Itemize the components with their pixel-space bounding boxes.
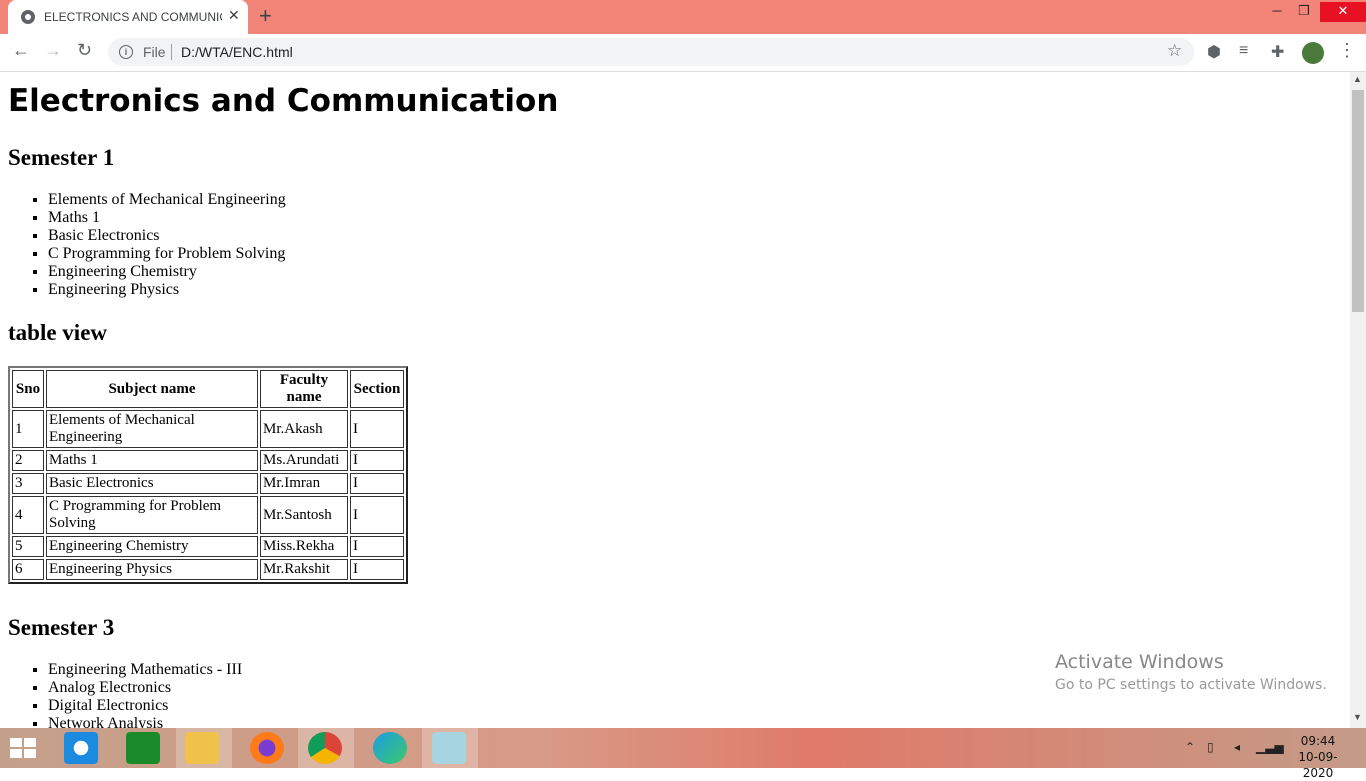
tray-chevron-icon[interactable]: ⌃ — [1185, 740, 1195, 754]
cell-subject: Basic Electronics — [46, 473, 258, 494]
cell-faculty: Mr.Akash — [260, 410, 348, 448]
notepad-icon[interactable] — [432, 732, 466, 764]
clock-date: 10-09-2020 — [1298, 750, 1338, 780]
cell-section: I — [350, 559, 404, 580]
list-item: Analog Electronics — [48, 679, 242, 697]
taskbar: ⌃ ▯ ◂ ▁▃▅ 09:44 10-09-2020 — [0, 728, 1366, 780]
table-row: 5 Engineering Chemistry Miss.Rekha I — [12, 536, 404, 557]
table-row: 4 C Programming for Problem Solving Mr.S… — [12, 496, 404, 534]
table-row: 2 Maths 1 Ms.Arundati I — [12, 450, 404, 471]
cell-section: I — [350, 496, 404, 534]
volume-icon[interactable]: ◂ — [1234, 740, 1240, 754]
cell-section: I — [350, 536, 404, 557]
url-text[interactable]: D:/WTA/ENC.html — [181, 44, 293, 60]
cell-sno: 5 — [12, 536, 44, 557]
cell-section: I — [350, 450, 404, 471]
cell-subject: Engineering Physics — [46, 559, 258, 580]
cell-sno: 2 — [12, 450, 44, 471]
semester1-heading: Semester 1 — [8, 145, 115, 170]
edge-icon[interactable] — [373, 732, 407, 764]
cell-faculty: Ms.Arundati — [260, 450, 348, 471]
file-explorer-icon[interactable] — [185, 732, 219, 764]
cell-sno: 6 — [12, 559, 44, 580]
list-item: Elements of Mechanical Engineering — [48, 191, 286, 209]
cell-subject: Maths 1 — [46, 450, 258, 471]
chrome-icon[interactable] — [308, 732, 342, 764]
semester3-heading: Semester 3 — [8, 615, 115, 640]
address-bar[interactable]: i File D:/WTA/ENC.html ☆ — [108, 38, 1194, 66]
semester3-list: Engineering Mathematics - III Analog Ele… — [8, 661, 242, 728]
list-item: Basic Electronics — [48, 227, 286, 245]
page-content: Electronics and Communication Semester 1… — [0, 72, 1350, 728]
semester1-list: Elements of Mechanical Engineering Maths… — [8, 191, 286, 299]
cell-subject: Elements of Mechanical Engineering — [46, 410, 258, 448]
internet-explorer-icon[interactable] — [64, 732, 98, 764]
cell-subject: C Programming for Problem Solving — [46, 496, 258, 534]
tab-title: ELECTRONICS AND COMMUNICATION — [44, 10, 222, 24]
list-item: Engineering Physics — [48, 281, 286, 299]
browser-toolbar: ← → ↻ i File D:/WTA/ENC.html ☆ ⬢ ≡ ✚ ⋮ — [0, 34, 1366, 72]
url-separator — [171, 44, 172, 60]
column-header: Section — [350, 370, 404, 408]
cell-sno: 3 — [12, 473, 44, 494]
column-header: Subject name — [46, 370, 258, 408]
cell-faculty: Mr.Imran — [260, 473, 348, 494]
page-title: Electronics and Communication — [8, 83, 559, 119]
scroll-down-icon[interactable]: ▼ — [1353, 712, 1362, 722]
list-item: Maths 1 — [48, 209, 286, 227]
shield-extension-icon[interactable]: ⬢ — [1207, 42, 1221, 62]
list-item: Engineering Mathematics - III — [48, 661, 242, 679]
new-tab-button[interactable]: + — [259, 3, 272, 29]
scroll-up-icon[interactable]: ▲ — [1353, 74, 1362, 84]
taskbar-clock[interactable]: 09:44 10-09-2020 — [1288, 733, 1348, 781]
list-item: C Programming for Problem Solving — [48, 245, 286, 263]
subjects-table: Sno Subject name Faculty name Section 1 … — [8, 366, 408, 584]
firefox-icon[interactable] — [250, 732, 284, 764]
clock-time: 09:44 — [1300, 734, 1336, 748]
list-item: Engineering Chemistry — [48, 263, 286, 281]
cell-faculty: Mr.Rakshit — [260, 559, 348, 580]
windows-start-icon[interactable] — [10, 738, 38, 760]
activate-windows-title: Activate Windows — [1055, 651, 1224, 673]
browser-tabstrip: ELECTRONICS AND COMMUNICATION ✕ + ─ ❐ ✕ — [0, 0, 1366, 34]
table-row: 1 Elements of Mechanical Engineering Mr.… — [12, 410, 404, 448]
tab-close-icon[interactable]: ✕ — [228, 7, 240, 24]
bookmark-star-icon[interactable]: ☆ — [1167, 41, 1182, 61]
cell-subject: Engineering Chemistry — [46, 536, 258, 557]
menu-dots-icon[interactable]: ⋮ — [1338, 40, 1356, 61]
restore-icon[interactable]: ❐ — [1288, 2, 1320, 22]
activate-windows-subtitle: Go to PC settings to activate Windows. — [1055, 677, 1327, 693]
browser-tab[interactable]: ELECTRONICS AND COMMUNICATION ✕ — [8, 0, 248, 34]
network-icon[interactable]: ▁▃▅ — [1256, 740, 1284, 754]
info-icon[interactable]: i — [119, 45, 133, 59]
globe-icon — [21, 10, 35, 24]
profile-avatar[interactable] — [1302, 42, 1324, 64]
back-icon[interactable]: ← — [12, 40, 30, 61]
file-scheme-label: File — [143, 44, 166, 60]
cell-sno: 4 — [12, 496, 44, 534]
battery-icon[interactable]: ▯ — [1207, 740, 1214, 754]
store-icon[interactable] — [126, 732, 160, 764]
table-view-heading: table view — [8, 320, 108, 345]
table-row: 6 Engineering Physics Mr.Rakshit I — [12, 559, 404, 580]
reading-list-icon[interactable]: ≡ — [1239, 42, 1248, 60]
cell-sno: 1 — [12, 410, 44, 448]
column-header: Sno — [12, 370, 44, 408]
table-header-row: Sno Subject name Faculty name Section — [12, 370, 404, 408]
cell-faculty: Mr.Santosh — [260, 496, 348, 534]
list-item: Digital Electronics — [48, 697, 242, 715]
cell-faculty: Miss.Rekha — [260, 536, 348, 557]
list-item: Network Analysis — [48, 715, 242, 728]
vertical-scrollbar[interactable]: ▲ ▼ — [1350, 72, 1366, 728]
column-header: Faculty name — [260, 370, 348, 408]
window-close-icon[interactable]: ✕ — [1320, 2, 1366, 22]
cell-section: I — [350, 410, 404, 448]
forward-icon[interactable]: → — [44, 40, 62, 61]
reload-icon[interactable]: ↻ — [77, 40, 92, 61]
cell-section: I — [350, 473, 404, 494]
extensions-puzzle-icon[interactable]: ✚ — [1271, 42, 1284, 62]
table-row: 3 Basic Electronics Mr.Imran I — [12, 473, 404, 494]
scroll-thumb[interactable] — [1352, 90, 1364, 312]
